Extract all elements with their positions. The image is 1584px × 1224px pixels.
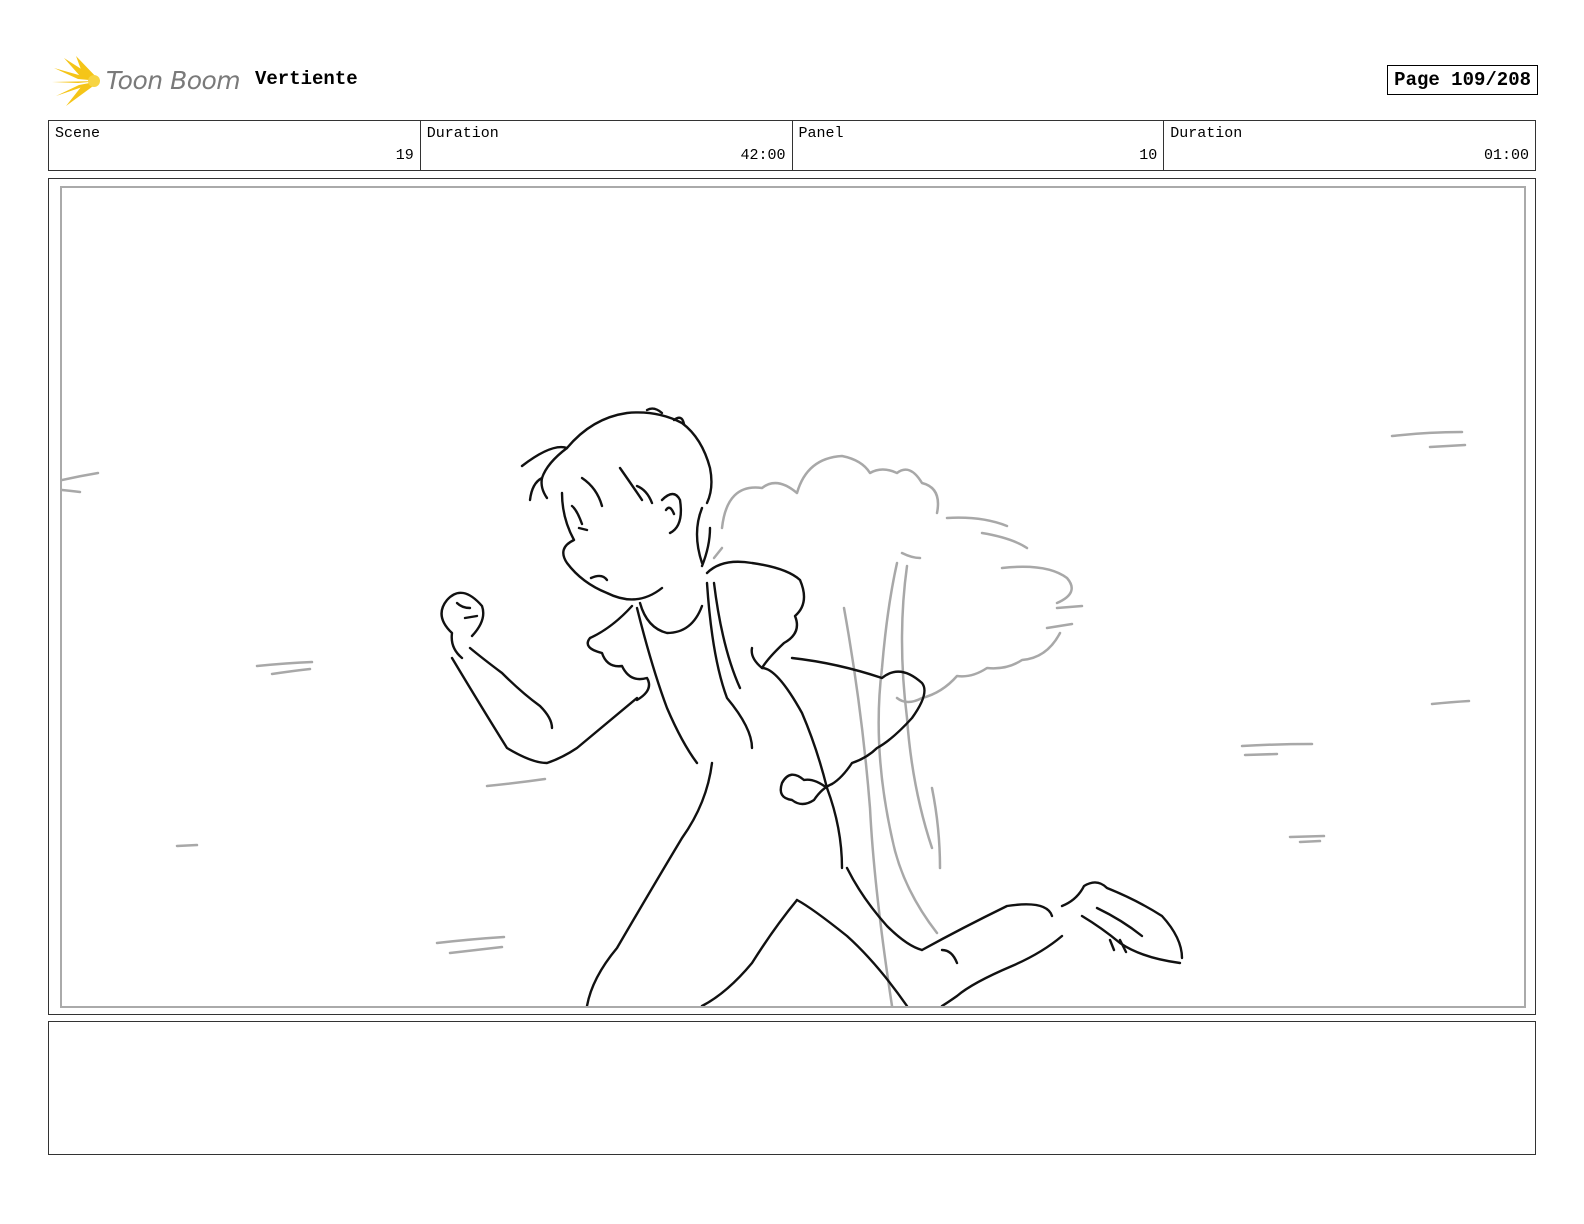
storyboard-header: Toon Boom Vertiente Page 109/208	[50, 54, 1538, 110]
panel-duration-cell: Duration 01:00	[1164, 121, 1535, 170]
scene-duration-value: 42:00	[740, 147, 786, 164]
page-number: Page 109/208	[1387, 65, 1538, 95]
panel-cell: Panel 10	[793, 121, 1165, 170]
scene-label: Scene	[55, 125, 101, 142]
panel-value: 10	[1139, 147, 1158, 164]
panel-drawing-area	[60, 186, 1526, 1008]
scene-cell: Scene 19	[49, 121, 421, 170]
running-boy-sketch	[440, 407, 1184, 1006]
panel-duration-value: 01:00	[1483, 147, 1529, 164]
storyboard-panel	[48, 178, 1536, 1015]
speed-lines	[62, 430, 1471, 955]
panel-info-bar: Scene 19 Duration 42:00 Panel 10 Duratio…	[48, 120, 1536, 171]
project-title: Vertiente	[255, 68, 358, 90]
panel-notes-box	[48, 1021, 1536, 1155]
panel-label: Panel	[798, 125, 844, 142]
scene-duration-cell: Duration 42:00	[421, 121, 793, 170]
logo-wordmark: Toon Boom	[106, 66, 241, 95]
scene-duration-label: Duration	[426, 125, 499, 142]
sketch-drawing	[62, 407, 1471, 1006]
starburst-icon	[52, 56, 100, 106]
panel-duration-label: Duration	[1170, 125, 1243, 142]
scene-value: 19	[395, 147, 414, 164]
toon-boom-logo: Toon Boom	[50, 54, 245, 108]
